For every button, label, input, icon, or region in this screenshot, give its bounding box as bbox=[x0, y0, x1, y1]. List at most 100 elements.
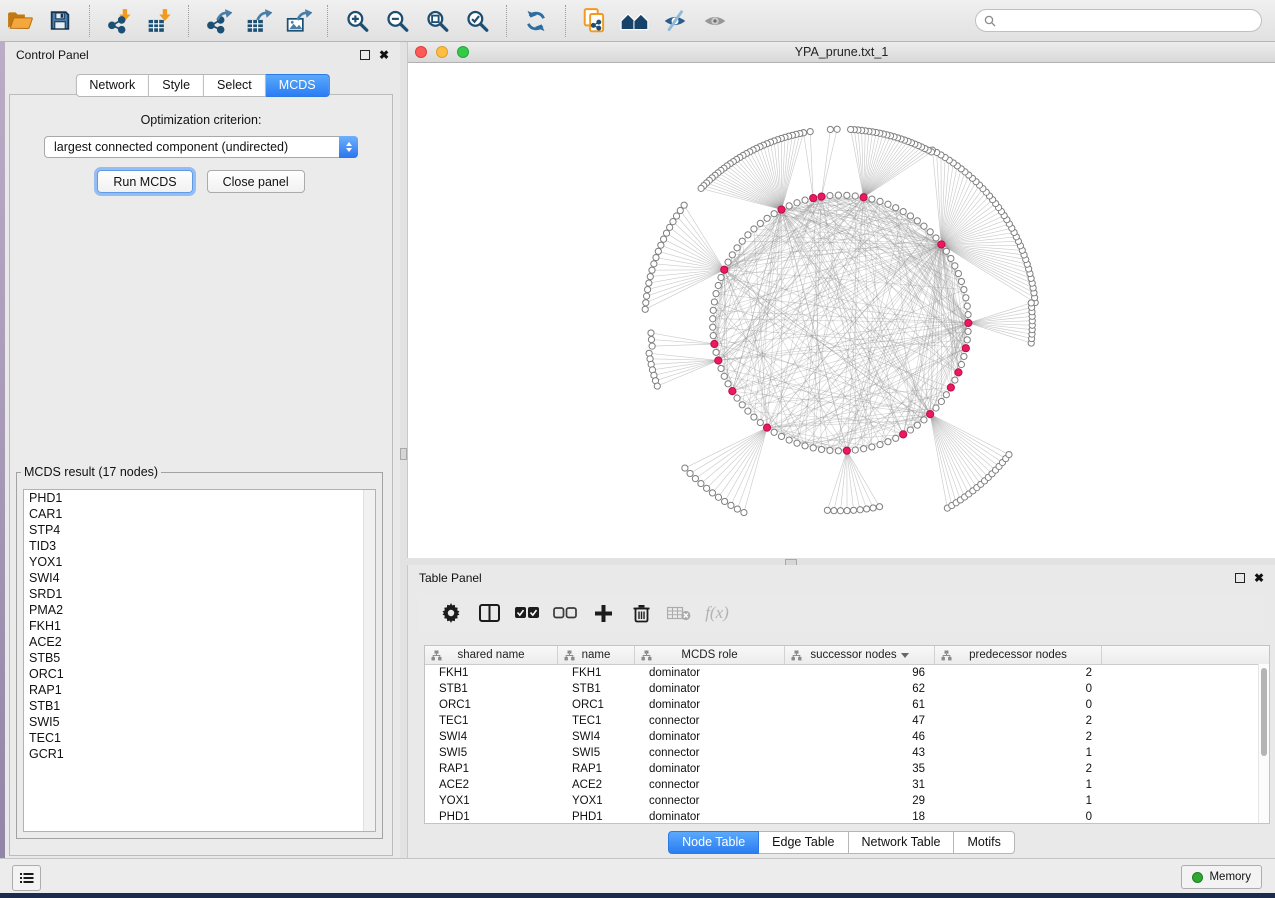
graph-node[interactable] bbox=[663, 230, 669, 236]
graph-node[interactable] bbox=[857, 507, 863, 513]
show-all-icon[interactable] bbox=[699, 5, 731, 37]
graph-node[interactable] bbox=[1006, 451, 1012, 457]
table-row[interactable]: RAP1RAP1dominator352 bbox=[425, 761, 1269, 777]
graph-node[interactable] bbox=[645, 286, 651, 292]
graph-node[interactable] bbox=[955, 270, 961, 276]
graph-node[interactable] bbox=[729, 388, 736, 395]
clear-table-icon[interactable] bbox=[660, 598, 698, 628]
close-panel-icon[interactable]: ✖ bbox=[1254, 572, 1264, 584]
mcds-result-item[interactable]: YOX1 bbox=[24, 554, 375, 570]
graph-node[interactable] bbox=[713, 291, 719, 297]
mcds-result-item[interactable]: FKH1 bbox=[24, 618, 375, 634]
table-cell[interactable]: YOX1 bbox=[558, 795, 635, 807]
search-box[interactable] bbox=[975, 9, 1262, 32]
mcds-result-item[interactable]: PMA2 bbox=[24, 602, 375, 618]
graph-node[interactable] bbox=[715, 494, 721, 500]
graph-node[interactable] bbox=[771, 429, 777, 435]
graph-node[interactable] bbox=[786, 203, 792, 209]
tab-network-table[interactable]: Network Table bbox=[849, 831, 955, 854]
graph-node[interactable] bbox=[962, 345, 969, 352]
table-cell[interactable]: 2 bbox=[935, 731, 1102, 743]
status-menu-button[interactable] bbox=[12, 865, 41, 891]
function-builder-icon[interactable]: f(x) bbox=[698, 598, 736, 628]
tab-mcds[interactable]: MCDS bbox=[266, 74, 330, 97]
table-cell[interactable]: 0 bbox=[935, 811, 1102, 823]
graph-node[interactable] bbox=[725, 259, 731, 265]
graph-node[interactable] bbox=[673, 213, 679, 219]
table-cell[interactable]: RAP1 bbox=[558, 763, 635, 775]
graph-node[interactable] bbox=[927, 411, 934, 418]
table-row[interactable]: FKH1FKH1dominator962 bbox=[425, 665, 1269, 681]
graph-node[interactable] bbox=[710, 316, 716, 322]
mcds-result-item[interactable]: GCR1 bbox=[24, 746, 375, 762]
table-cell[interactable]: 62 bbox=[785, 683, 935, 695]
clone-network-icon[interactable] bbox=[579, 5, 611, 37]
table-cell[interactable]: dominator bbox=[635, 811, 785, 823]
graph-node[interactable] bbox=[648, 330, 654, 336]
graph-node[interactable] bbox=[818, 193, 825, 200]
table-cell[interactable]: 18 bbox=[785, 811, 935, 823]
graph-node[interactable] bbox=[958, 361, 964, 367]
graph-node[interactable] bbox=[964, 337, 970, 343]
graph-node[interactable] bbox=[827, 192, 833, 198]
table-scrollbar-thumb[interactable] bbox=[1261, 668, 1267, 756]
graph-node[interactable] bbox=[734, 506, 740, 512]
select-all-icon[interactable] bbox=[508, 598, 546, 628]
graph-node[interactable] bbox=[713, 349, 719, 355]
graph-node[interactable] bbox=[643, 300, 649, 306]
graph-node[interactable] bbox=[734, 395, 740, 401]
graph-node[interactable] bbox=[709, 490, 715, 496]
graph-node[interactable] bbox=[852, 193, 858, 199]
table-row[interactable]: SWI4SWI4dominator462 bbox=[425, 729, 1269, 745]
graph-node[interactable] bbox=[844, 508, 850, 514]
search-input[interactable] bbox=[1000, 13, 1261, 29]
refresh-icon[interactable] bbox=[520, 5, 552, 37]
graph-node[interactable] bbox=[907, 213, 913, 219]
graph-node[interactable] bbox=[835, 192, 841, 198]
mcds-result-item[interactable]: STB1 bbox=[24, 698, 375, 714]
table-cell[interactable]: 47 bbox=[785, 715, 935, 727]
column-header-predecessor-nodes[interactable]: predecessor nodes bbox=[935, 646, 1102, 664]
graph-node[interactable] bbox=[965, 319, 972, 326]
table-cell[interactable]: STB1 bbox=[558, 683, 635, 695]
graph-node[interactable] bbox=[831, 508, 837, 514]
graph-node[interactable] bbox=[963, 295, 969, 301]
graph-node[interactable] bbox=[660, 236, 666, 242]
graph-node[interactable] bbox=[649, 343, 655, 349]
graph-node[interactable] bbox=[810, 445, 816, 451]
graph-node[interactable] bbox=[739, 238, 745, 244]
graph-node[interactable] bbox=[834, 126, 840, 132]
graph-node[interactable] bbox=[869, 196, 875, 202]
graph-node[interactable] bbox=[837, 508, 843, 514]
table-cell[interactable]: 29 bbox=[785, 795, 935, 807]
graph-node[interactable] bbox=[947, 384, 954, 391]
graph-node[interactable] bbox=[718, 274, 724, 280]
graph-node[interactable] bbox=[961, 286, 967, 292]
table-row[interactable]: YOX1YOX1connector291 bbox=[425, 793, 1269, 809]
graph-node[interactable] bbox=[852, 447, 858, 453]
table-cell[interactable]: 43 bbox=[785, 747, 935, 759]
table-cell[interactable]: connector bbox=[635, 795, 785, 807]
graph-node[interactable] bbox=[643, 293, 649, 299]
float-window-icon[interactable] bbox=[360, 50, 370, 60]
graph-node[interactable] bbox=[952, 263, 958, 269]
graph-node[interactable] bbox=[771, 211, 777, 217]
table-cell[interactable]: 1 bbox=[935, 795, 1102, 807]
optimization-select[interactable]: largest connected component (undirected) bbox=[44, 136, 358, 158]
graph-node[interactable] bbox=[885, 201, 891, 207]
graph-node[interactable] bbox=[725, 381, 731, 387]
graph-node[interactable] bbox=[646, 280, 652, 286]
graph-node[interactable] bbox=[681, 202, 687, 208]
minimize-window-icon[interactable] bbox=[436, 46, 448, 58]
table-cell[interactable]: connector bbox=[635, 715, 785, 727]
graph-node[interactable] bbox=[721, 266, 728, 273]
table-cell[interactable]: YOX1 bbox=[425, 795, 558, 807]
tab-network[interactable]: Network bbox=[75, 74, 149, 97]
table-cell[interactable]: RAP1 bbox=[425, 763, 558, 775]
graph-node[interactable] bbox=[715, 357, 722, 364]
graph-node[interactable] bbox=[810, 194, 817, 201]
table-cell[interactable]: ORC1 bbox=[425, 699, 558, 711]
graph-node[interactable] bbox=[794, 200, 800, 206]
mcds-result-item[interactable]: ORC1 bbox=[24, 666, 375, 682]
memory-button[interactable]: Memory bbox=[1181, 865, 1262, 889]
